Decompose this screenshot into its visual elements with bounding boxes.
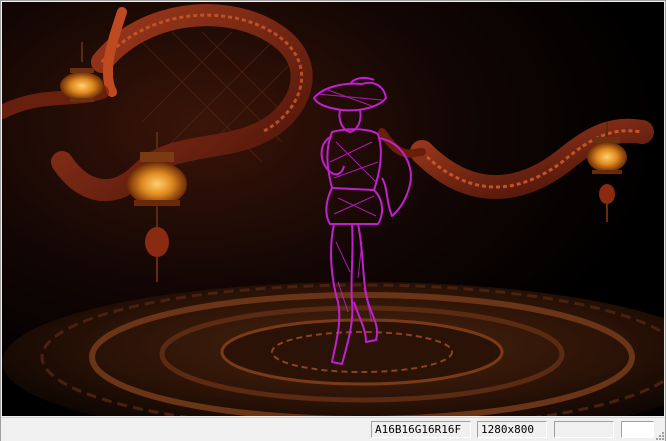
status-bar: A16B16G16R16F 1280x800 (1, 417, 665, 441)
status-panel-3 (554, 421, 614, 438)
render-viewport[interactable] (2, 2, 664, 416)
status-panel-4 (621, 421, 654, 438)
resize-grip-icon[interactable] (654, 430, 664, 440)
pixel-format-panel: A16B16G16R16F (371, 421, 471, 438)
viewer-window: A16B16G16R16F 1280x800 (0, 0, 666, 441)
scene-canvas (2, 2, 664, 416)
resolution-panel: 1280x800 (477, 421, 547, 438)
